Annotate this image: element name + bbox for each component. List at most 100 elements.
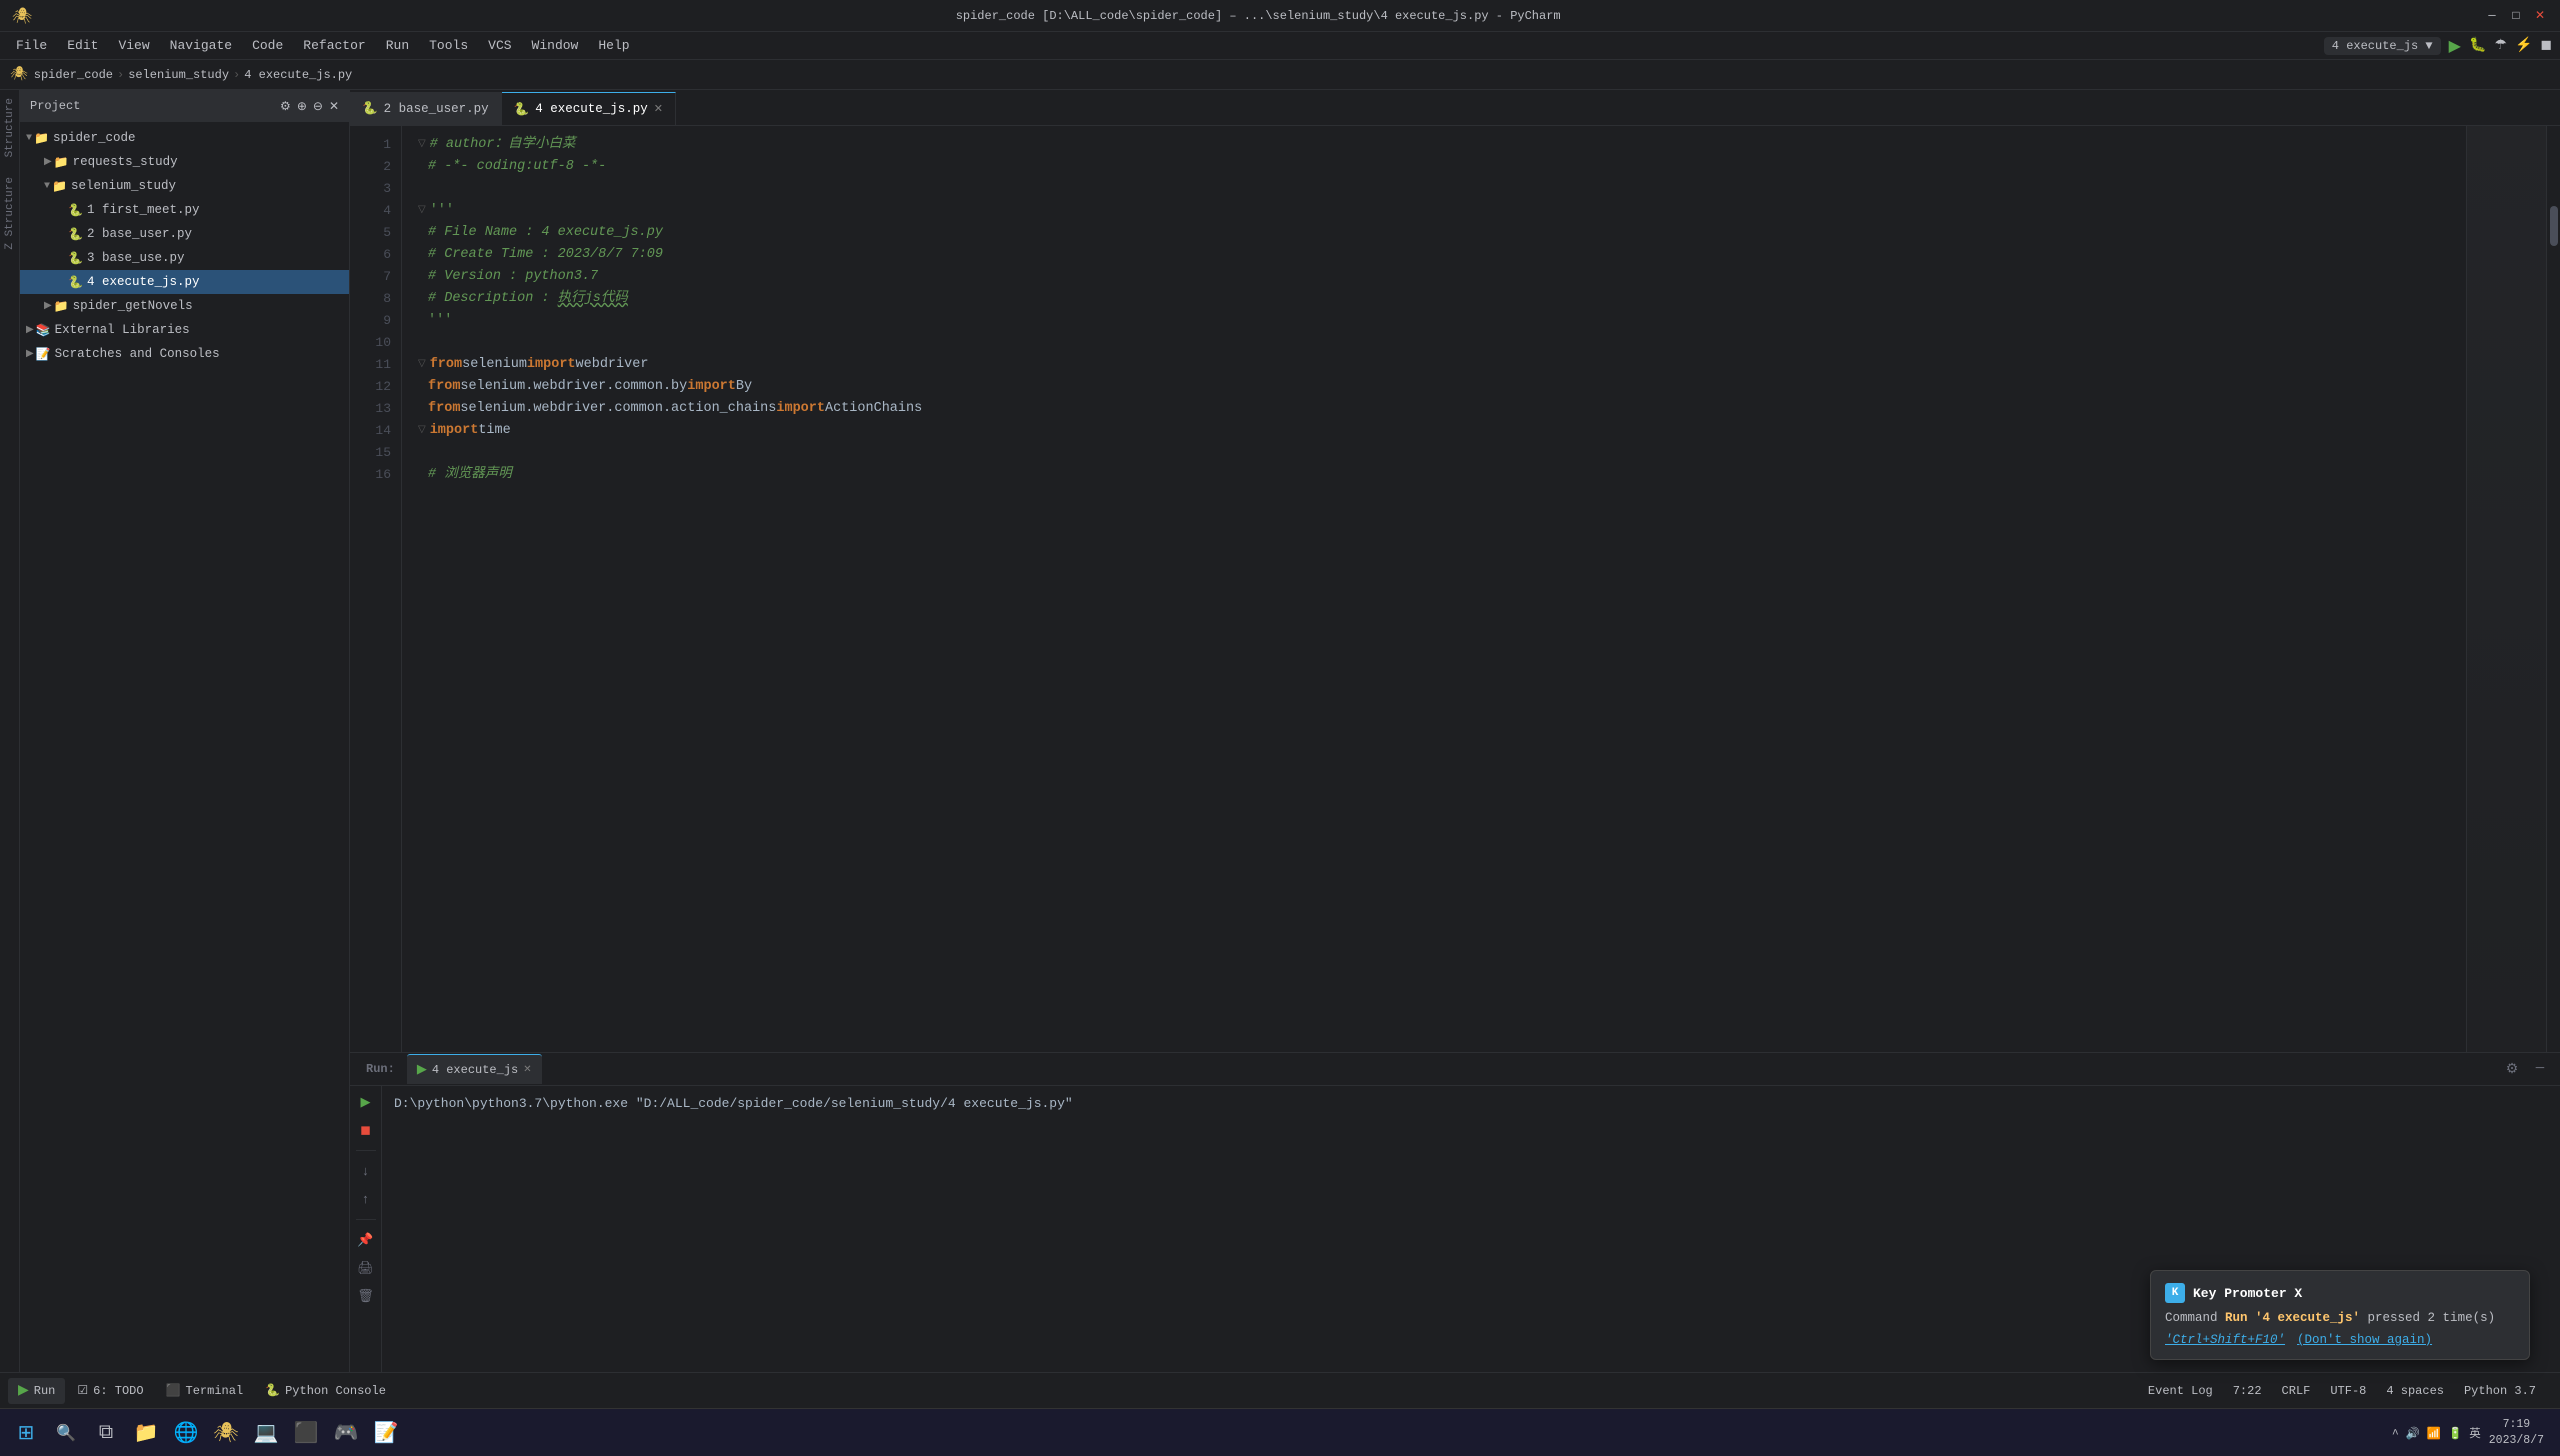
- tree-item-external-libraries[interactable]: ▶ 📚 External Libraries: [20, 318, 349, 342]
- minimap: [2466, 126, 2546, 1052]
- toolbar-coverage-btn[interactable]: ☂: [2494, 37, 2507, 54]
- tree-item-execute-js[interactable]: 🐍 4 execute_js.py: [20, 270, 349, 294]
- tree-label: spider_code: [53, 131, 136, 145]
- run-tab-label: 4 execute_js: [432, 1063, 518, 1077]
- tree-item-base-use[interactable]: 🐍 3 base_use.py: [20, 246, 349, 270]
- sidebar-expand-icon[interactable]: ⊕: [297, 99, 307, 114]
- sidebar-collapse-icon[interactable]: ⊖: [313, 99, 323, 114]
- close-button[interactable]: ✕: [2532, 8, 2548, 24]
- terminal-label: Terminal: [186, 1384, 244, 1398]
- tree-label: 3 base_use.py: [87, 251, 185, 265]
- run-stop-btn[interactable]: ◼: [354, 1118, 378, 1142]
- run-print-btn[interactable]: 🖨: [354, 1256, 378, 1280]
- taskbar-start[interactable]: ⊞: [8, 1415, 44, 1451]
- nav-file[interactable]: 4 execute_js.py: [244, 68, 352, 82]
- taskbar-terminal[interactable]: ⬛: [288, 1415, 324, 1451]
- status-line-col[interactable]: 7:22: [2229, 1382, 2266, 1400]
- nav-study-folder[interactable]: selenium_study: [128, 68, 229, 82]
- menu-run[interactable]: Run: [378, 36, 417, 55]
- run-up-btn[interactable]: ↑: [354, 1187, 378, 1211]
- menu-vcs[interactable]: VCS: [480, 36, 519, 55]
- structure-icon[interactable]: Structure: [4, 98, 16, 157]
- taskbar-task-view[interactable]: ⧉: [88, 1415, 124, 1451]
- tab-py-icon: 🐍: [514, 102, 530, 117]
- menu-file[interactable]: File: [8, 36, 55, 55]
- run-minimize-icon[interactable]: ─: [2528, 1057, 2552, 1081]
- run-tab-close-icon[interactable]: ✕: [523, 1064, 531, 1076]
- taskbar-notes[interactable]: 📝: [368, 1415, 404, 1451]
- tree-item-spider-novels[interactable]: ▶ 📁 spider_getNovels: [20, 294, 349, 318]
- tab-label: 2 base_user.py: [384, 102, 489, 116]
- scrollbar-thumb[interactable]: [2550, 206, 2558, 246]
- kp-shortcut-link[interactable]: 'Ctrl+Shift+F10': [2165, 1333, 2285, 1347]
- tree-item-spider-code[interactable]: ▼ 📁 spider_code: [20, 126, 349, 150]
- tree-item-base-user[interactable]: 🐍 2 base_user.py: [20, 222, 349, 246]
- nav-project-name[interactable]: spider_code: [34, 68, 113, 82]
- hierarchy-icon[interactable]: Z Structure: [4, 177, 16, 250]
- sidebar-settings-icon[interactable]: ⚙: [280, 99, 291, 114]
- menu-code[interactable]: Code: [244, 36, 291, 55]
- run-tool-btn[interactable]: ▶ Run: [8, 1378, 65, 1404]
- run-trash-btn[interactable]: 🗑: [354, 1284, 378, 1308]
- taskbar-date-display: 2023/8/7: [2489, 1433, 2544, 1449]
- taskbar-vscode[interactable]: 💻: [248, 1415, 284, 1451]
- code-line-3: [418, 178, 2450, 200]
- status-line-ending[interactable]: CRLF: [2278, 1382, 2315, 1400]
- taskbar-pycharm[interactable]: 🕷: [208, 1415, 244, 1451]
- toolbar-stop-btn[interactable]: ◼: [2540, 37, 2552, 54]
- taskbar-search[interactable]: 🔍: [48, 1415, 84, 1451]
- status-indent[interactable]: 4 spaces: [2382, 1382, 2448, 1400]
- run-scroll-end-btn[interactable]: ↓: [354, 1159, 378, 1183]
- menu-tools[interactable]: Tools: [421, 36, 476, 55]
- run-pin-btn[interactable]: 📌: [354, 1228, 378, 1252]
- run-restart-btn[interactable]: ▶: [354, 1090, 378, 1114]
- toolbar-active-file[interactable]: 4 execute_js ▼: [2324, 37, 2441, 55]
- code-line-16: # 浏览器声明: [418, 464, 2450, 486]
- python-console-tool-btn[interactable]: 🐍 Python Console: [255, 1378, 396, 1404]
- taskbar-right: ^ 🔊 📶 🔋 英 7:19 2023/8/7: [2392, 1417, 2552, 1449]
- status-python-version[interactable]: Python 3.7: [2460, 1382, 2540, 1400]
- tree-item-scratches[interactable]: ▶ 📝 Scratches and Consoles: [20, 342, 349, 366]
- right-scrollbar[interactable]: [2546, 126, 2560, 1052]
- toolbar-debug-btn[interactable]: 🐛: [2469, 37, 2486, 54]
- status-event-log[interactable]: Event Log: [2144, 1382, 2217, 1400]
- todo-tool-btn[interactable]: ☑ 6: TODO: [67, 1378, 153, 1404]
- minimize-button[interactable]: ─: [2484, 8, 2500, 24]
- nav-breadcrumb: spider_code › selenium_study › 4 execute…: [34, 68, 352, 82]
- menu-window[interactable]: Window: [524, 36, 587, 55]
- code-line-2: # -*- coding:utf-8 -*-: [418, 156, 2450, 178]
- menu-refactor[interactable]: Refactor: [295, 36, 373, 55]
- tree-item-first-meet[interactable]: 🐍 1 first_meet.py: [20, 198, 349, 222]
- tab-base-user[interactable]: 🐍 2 base_user.py: [350, 92, 502, 125]
- key-promoter-title: Key Promoter X: [2193, 1286, 2302, 1301]
- tree-item-requests-study[interactable]: ▶ 📁 requests_study: [20, 150, 349, 174]
- menu-view[interactable]: View: [110, 36, 157, 55]
- taskbar-chrome[interactable]: 🌐: [168, 1415, 204, 1451]
- taskbar-explorer[interactable]: 📁: [128, 1415, 164, 1451]
- terminal-tool-btn[interactable]: ⬛ Terminal: [156, 1378, 254, 1404]
- tree-item-selenium-study[interactable]: ▼ 📁 selenium_study: [20, 174, 349, 198]
- menu-edit[interactable]: Edit: [59, 36, 106, 55]
- run-settings-icon[interactable]: ⚙: [2500, 1057, 2524, 1081]
- sidebar-header: Project ⚙ ⊕ ⊖ ✕: [20, 90, 349, 122]
- maximize-button[interactable]: □: [2508, 8, 2524, 24]
- tab-close-icon[interactable]: ✕: [654, 102, 663, 116]
- code-line-1: ▽# author：自学小白菜: [418, 134, 2450, 156]
- menu-navigate[interactable]: Navigate: [162, 36, 240, 55]
- code-line-6: # Create Time : 2023/8/7 7:09: [418, 244, 2450, 266]
- sidebar-close-icon[interactable]: ✕: [329, 99, 339, 114]
- toolbar-profile-btn[interactable]: ⚡: [2515, 37, 2532, 54]
- tab-bar: 🐍 2 base_user.py 🐍 4 execute_js.py ✕: [350, 90, 2560, 126]
- taskbar-steam[interactable]: 🎮: [328, 1415, 364, 1451]
- run-command: D:\python\python3.7\python.exe "D:/ALL_c…: [394, 1096, 1073, 1111]
- left-border-icons: Structure Z Structure: [0, 90, 20, 1372]
- tab-execute-js[interactable]: 🐍 4 execute_js.py ✕: [502, 92, 676, 125]
- kp-dont-show-link[interactable]: (Don't show again): [2297, 1333, 2432, 1347]
- tree-label: 1 first_meet.py: [87, 203, 200, 217]
- menu-help[interactable]: Help: [590, 36, 637, 55]
- status-encoding[interactable]: UTF-8: [2326, 1382, 2370, 1400]
- code-content[interactable]: ▽# author：自学小白菜 # -*- coding:utf-8 -*- ▽…: [402, 126, 2466, 1052]
- code-line-10: [418, 332, 2450, 354]
- run-tab-execute-js[interactable]: ▶ 4 execute_js ✕: [407, 1054, 542, 1084]
- toolbar-run-btn[interactable]: ▶: [2449, 36, 2461, 56]
